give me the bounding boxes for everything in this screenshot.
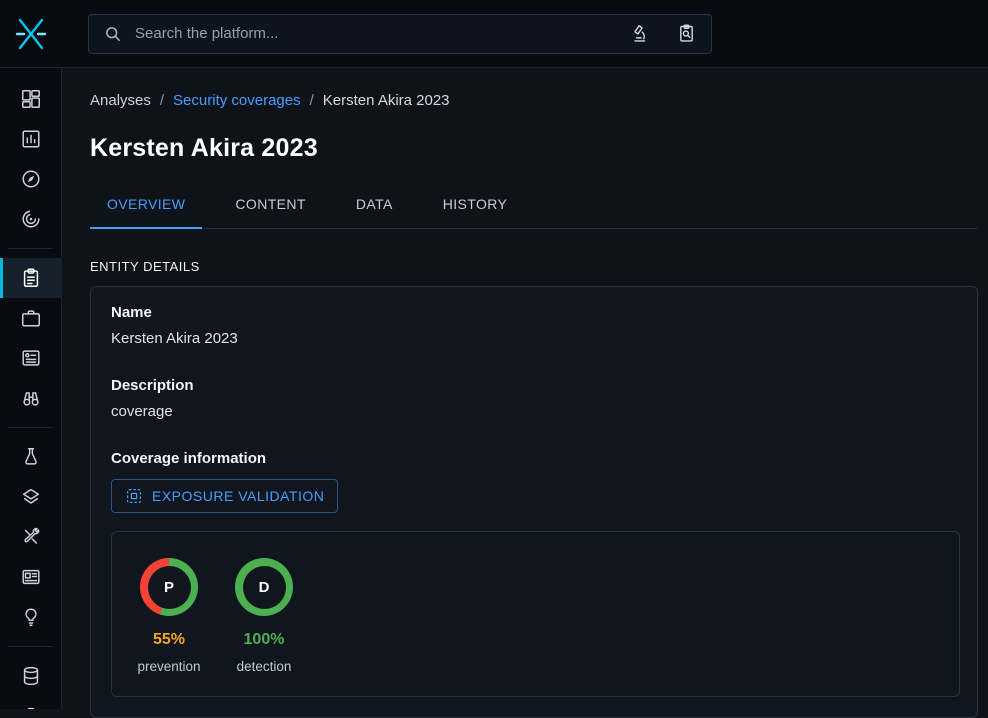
coverage-gauges-card: P 55% prevention D 100% detection [111,531,960,697]
select-group-icon [125,487,143,505]
name-label: Name [111,304,960,321]
sidebar-divider [8,427,53,428]
sidebar-item-observations[interactable] [0,378,61,418]
donut-letter: P [148,566,191,609]
breadcrumb-link-security-coverages[interactable]: Security coverages [173,92,301,109]
sidebar-item-simulations[interactable] [0,199,61,239]
sidebar-divider [8,248,53,249]
bar-chart-icon [20,128,42,150]
tab-overview[interactable]: OVERVIEW [90,196,202,228]
donut-letter: D [243,566,286,609]
sidebar-item-arsenal[interactable] [0,437,61,477]
x-logo-icon [11,14,51,54]
compass-icon [20,168,42,190]
target-icon [20,208,42,230]
database-icon [20,665,42,687]
tab-content[interactable]: CONTENT [218,196,322,228]
breadcrumb-analyses[interactable]: Analyses [90,92,151,109]
sidebar-item-cases[interactable] [0,298,61,338]
binoculars-icon [20,387,42,409]
sidebar-item-metrics[interactable] [0,119,61,159]
sidebar-item-trash[interactable] [0,696,61,709]
event-card-icon [20,347,42,369]
name-value: Kersten Akira 2023 [111,330,960,347]
exposure-validation-button[interactable]: EXPOSURE VALIDATION [111,479,338,513]
gauge-detection: D 100% detection [235,558,293,674]
advanced-search-button[interactable] [631,23,652,44]
breadcrumb: Analyses / Security coverages / Kersten … [90,92,978,109]
grid-icon [20,88,42,110]
description-value: coverage [111,403,960,420]
entity-details-card: Name Kersten Akira 2023 Description cove… [90,286,978,718]
sidebar-item-insights[interactable] [0,597,61,637]
tab-bar: OVERVIEW CONTENT DATA HISTORY [90,196,978,229]
gauge-label-detection: detection [237,659,292,674]
gauge-percent-prevention: 55% [153,631,185,649]
entity-details-heading: ENTITY DETAILS [90,259,978,274]
tools-icon [20,526,42,548]
breadcrumb-separator: / [310,92,314,109]
sidebar-item-investigations[interactable] [0,159,61,199]
exposure-validation-label: EXPOSURE VALIDATION [152,488,324,504]
gauge-label-prevention: prevention [137,659,200,674]
donut-chart-detection: D [235,558,293,616]
sidebar-item-events[interactable] [0,338,61,378]
search-input[interactable] [133,24,621,43]
sidebar-item-techniques[interactable] [0,477,61,517]
briefcase-icon [20,307,42,329]
sidebar-item-analyses[interactable] [0,258,61,298]
platform-logo[interactable] [0,14,62,54]
search-actions [631,23,697,44]
search-bar [88,14,712,54]
coverage-information-label: Coverage information [111,450,960,467]
sidebar-item-dashboard[interactable] [0,79,61,119]
trash-icon [20,705,42,709]
topbar [0,0,988,68]
tab-data[interactable]: DATA [339,196,410,228]
sidebar-divider [8,646,53,647]
clipboard-search-icon [676,23,697,44]
breadcrumb-current: Kersten Akira 2023 [323,92,450,109]
microscope-icon [631,23,652,44]
search-icon [103,24,123,44]
donut-chart-prevention: P [140,558,198,616]
gauge-prevention: P 55% prevention [140,558,198,674]
sidebar-item-entities[interactable] [0,557,61,597]
layers-icon [20,486,42,508]
clipboard-icon [20,267,42,289]
flask-icon [20,446,42,468]
sidebar [0,68,62,709]
newspaper-icon [20,566,42,588]
sidebar-item-tools[interactable] [0,517,61,557]
sidebar-item-data[interactable] [0,656,61,696]
files-search-button[interactable] [676,23,697,44]
main-content: Analyses / Security coverages / Kersten … [62,68,988,718]
breadcrumb-separator: / [160,92,164,109]
description-label: Description [111,377,960,394]
lightbulb-icon [20,606,42,628]
page-title: Kersten Akira 2023 [90,133,978,164]
tab-history[interactable]: HISTORY [426,196,525,228]
gauge-percent-detection: 100% [244,631,285,649]
